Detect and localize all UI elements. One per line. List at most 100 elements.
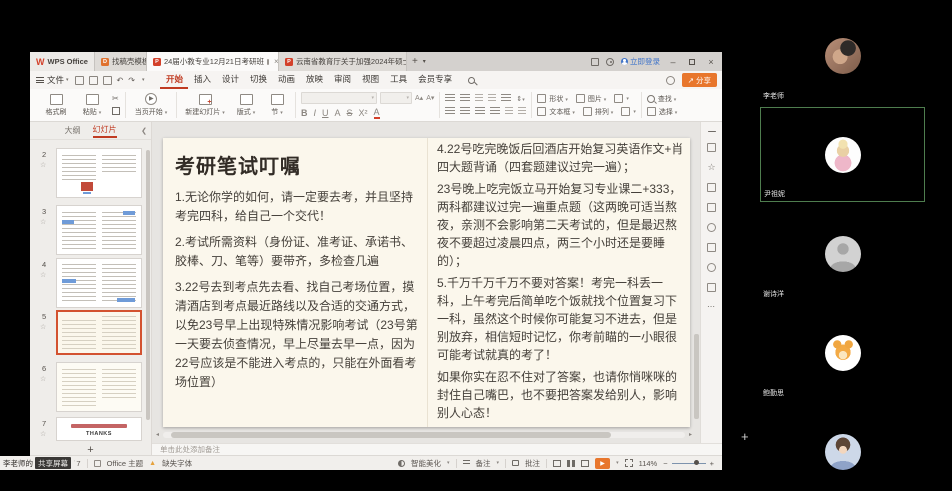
ribbon-tab-home[interactable]: 开始 [160, 71, 188, 89]
search-icon[interactable] [468, 77, 475, 84]
zoom-in-icon[interactable]: + [710, 459, 714, 468]
participant-tile-2-speaking[interactable]: 尹祖妮 [760, 107, 925, 202]
slide-thumbnail-5-selected[interactable] [56, 310, 142, 355]
tab-document-3[interactable]: P 云南省教育厅关于加强2024年硕士研 [279, 52, 407, 71]
align-right-icon[interactable] [475, 107, 485, 116]
slide-thumbnail-3[interactable] [56, 205, 142, 255]
star-icon[interactable]: ☆ [40, 218, 46, 226]
image-panel-icon[interactable] [707, 203, 716, 212]
participant-tile-5[interactable] [760, 404, 925, 491]
shapes-button[interactable]: 形状 ▾ [537, 94, 567, 104]
ribbon-tab-insert[interactable]: 插入 [188, 71, 216, 89]
sidebar-add-icon[interactable]: + [741, 429, 749, 444]
tab-document-2-active[interactable]: P 24届小教专业12月21日考研班 × [147, 52, 279, 71]
slide-thumbnail-7[interactable]: THANKS [56, 417, 142, 441]
numbered-list-icon[interactable] [460, 94, 470, 103]
slides-tab[interactable]: 幻灯片 [93, 124, 117, 138]
assistant-icon[interactable] [666, 76, 675, 85]
columns-icon[interactable] [505, 107, 513, 116]
new-tab-button[interactable]: + [407, 52, 423, 71]
quickbar-dropdown-icon[interactable]: ▾ [142, 77, 145, 83]
workspace-icon[interactable] [591, 58, 599, 66]
layout-button[interactable]: 版式 ▾ [228, 94, 264, 117]
ribbon-tab-design[interactable]: 设计 [216, 71, 244, 89]
slide-sorter-view-icon[interactable] [567, 460, 575, 467]
increase-indent-icon[interactable] [488, 94, 496, 103]
more-icon[interactable]: ⋯ [707, 303, 716, 311]
ribbon-tab-tools[interactable]: 工具 [385, 71, 413, 89]
cut-icon[interactable]: ✂ [112, 95, 120, 103]
collapse-panel-icon[interactable]: ❮ [141, 127, 147, 135]
collapse-strip-icon[interactable] [708, 131, 716, 132]
template-panel-icon[interactable] [707, 283, 716, 292]
ribbon-tab-member[interactable]: 会员专享 [413, 71, 458, 89]
justify-icon[interactable] [490, 107, 500, 116]
star-icon[interactable]: ☆ [40, 161, 46, 169]
reading-view-icon[interactable] [581, 460, 589, 467]
smart-typeset-icon[interactable] [518, 107, 526, 116]
slideshow-play-button[interactable]: ▶ [595, 458, 610, 469]
print-icon[interactable] [89, 76, 98, 85]
slide-right-textbox[interactable]: 4.22号吃完晚饭后回酒店开始复习英语作文+肖四大题背诵（四套题建议过完一遍）；… [437, 140, 685, 426]
arrange-button[interactable]: 排列 ▾ [583, 107, 613, 117]
decrease-font-icon[interactable]: A▾ [426, 94, 434, 102]
close-tab-icon[interactable]: × [272, 57, 279, 66]
section-button[interactable]: 节 ▾ [264, 94, 290, 117]
icon-library-button[interactable]: ▾ [614, 94, 629, 104]
increase-font-icon[interactable]: A▴ [415, 94, 423, 102]
participant-tile-1[interactable]: 李老师 [760, 8, 925, 103]
export-icon[interactable] [103, 76, 112, 85]
picture-button[interactable]: 图片 ▾ [576, 94, 606, 104]
maximize-button[interactable] [686, 57, 698, 67]
share-button[interactable]: ↗ 分享 [682, 73, 717, 87]
ribbon-tab-animation[interactable]: 动画 [273, 71, 301, 89]
tab-wps-home[interactable]: W WPS Office [30, 52, 95, 71]
superscript-button[interactable]: X² [359, 108, 368, 118]
decrease-indent-icon[interactable] [475, 94, 483, 103]
fit-slide-icon[interactable] [625, 459, 633, 467]
file-menu[interactable]: 文件 [47, 74, 64, 86]
zoom-slider[interactable] [672, 463, 706, 464]
text-effects-button[interactable]: A [335, 108, 341, 118]
favorites-star-icon[interactable]: ☆ [707, 163, 715, 172]
strikethrough-button[interactable]: S [347, 108, 353, 118]
participant-tile-3[interactable]: 谢诗洋 [760, 206, 925, 301]
tab-document-1[interactable]: D 找稿壳模板 [95, 52, 147, 71]
comments-button[interactable]: 批注 [525, 458, 540, 469]
ribbon-tab-slideshow[interactable]: 放映 [301, 71, 329, 89]
format-painter-button[interactable]: 格式刷 [38, 94, 74, 117]
panel-scrollbar[interactable] [146, 150, 150, 448]
font-name-select[interactable] [301, 92, 377, 104]
missing-fonts-label[interactable]: 缺失字体 [162, 458, 192, 469]
select-button[interactable]: 选择 ▾ [647, 107, 677, 117]
star-icon[interactable]: ☆ [40, 323, 46, 331]
find-button[interactable]: 查找 ▾ [647, 94, 677, 104]
ribbon-tab-review[interactable]: 审阅 [329, 71, 357, 89]
slide-editor[interactable]: 考研笔试叮嘱 1.无论你学的如何，请一定要去考，并且坚持考完四科，给自己一个交代… [163, 138, 690, 427]
normal-view-icon[interactable] [553, 460, 561, 467]
merge-shapes-button[interactable]: ▾ [621, 107, 636, 117]
office-theme-label[interactable]: Office 主题 [107, 458, 144, 469]
tab-list-dropdown-icon[interactable]: ▾ [423, 52, 426, 71]
slide-thumbnail-4[interactable] [56, 258, 142, 308]
star-icon[interactable]: ☆ [40, 271, 46, 279]
ribbon-tab-transitions[interactable]: 切换 [245, 71, 273, 89]
underline-button[interactable]: U [322, 108, 329, 118]
bold-button[interactable]: B [301, 108, 308, 118]
close-window-button[interactable]: × [705, 57, 717, 67]
save-icon[interactable] [75, 76, 84, 85]
star-icon[interactable]: ☆ [40, 430, 46, 438]
participant-tile-4[interactable]: 鲍勤思 [760, 305, 925, 400]
vertical-scrollbar[interactable] [694, 124, 699, 424]
scroll-left-icon[interactable]: ◂ [156, 431, 163, 438]
line-spacing-icon[interactable]: ⇕▾ [516, 95, 524, 103]
properties-icon[interactable] [707, 143, 716, 152]
reading-panel-icon[interactable] [707, 243, 716, 252]
ribbon-tab-view[interactable]: 视图 [357, 71, 385, 89]
horizontal-scrollbar[interactable]: ◂ ▸ [156, 431, 692, 438]
shapes-panel-icon[interactable] [707, 183, 716, 192]
play-options-icon[interactable]: ▾ [616, 460, 619, 466]
scroll-right-icon[interactable]: ▸ [685, 431, 692, 438]
copy-icon[interactable] [112, 107, 120, 115]
star-icon[interactable]: ☆ [40, 375, 46, 383]
